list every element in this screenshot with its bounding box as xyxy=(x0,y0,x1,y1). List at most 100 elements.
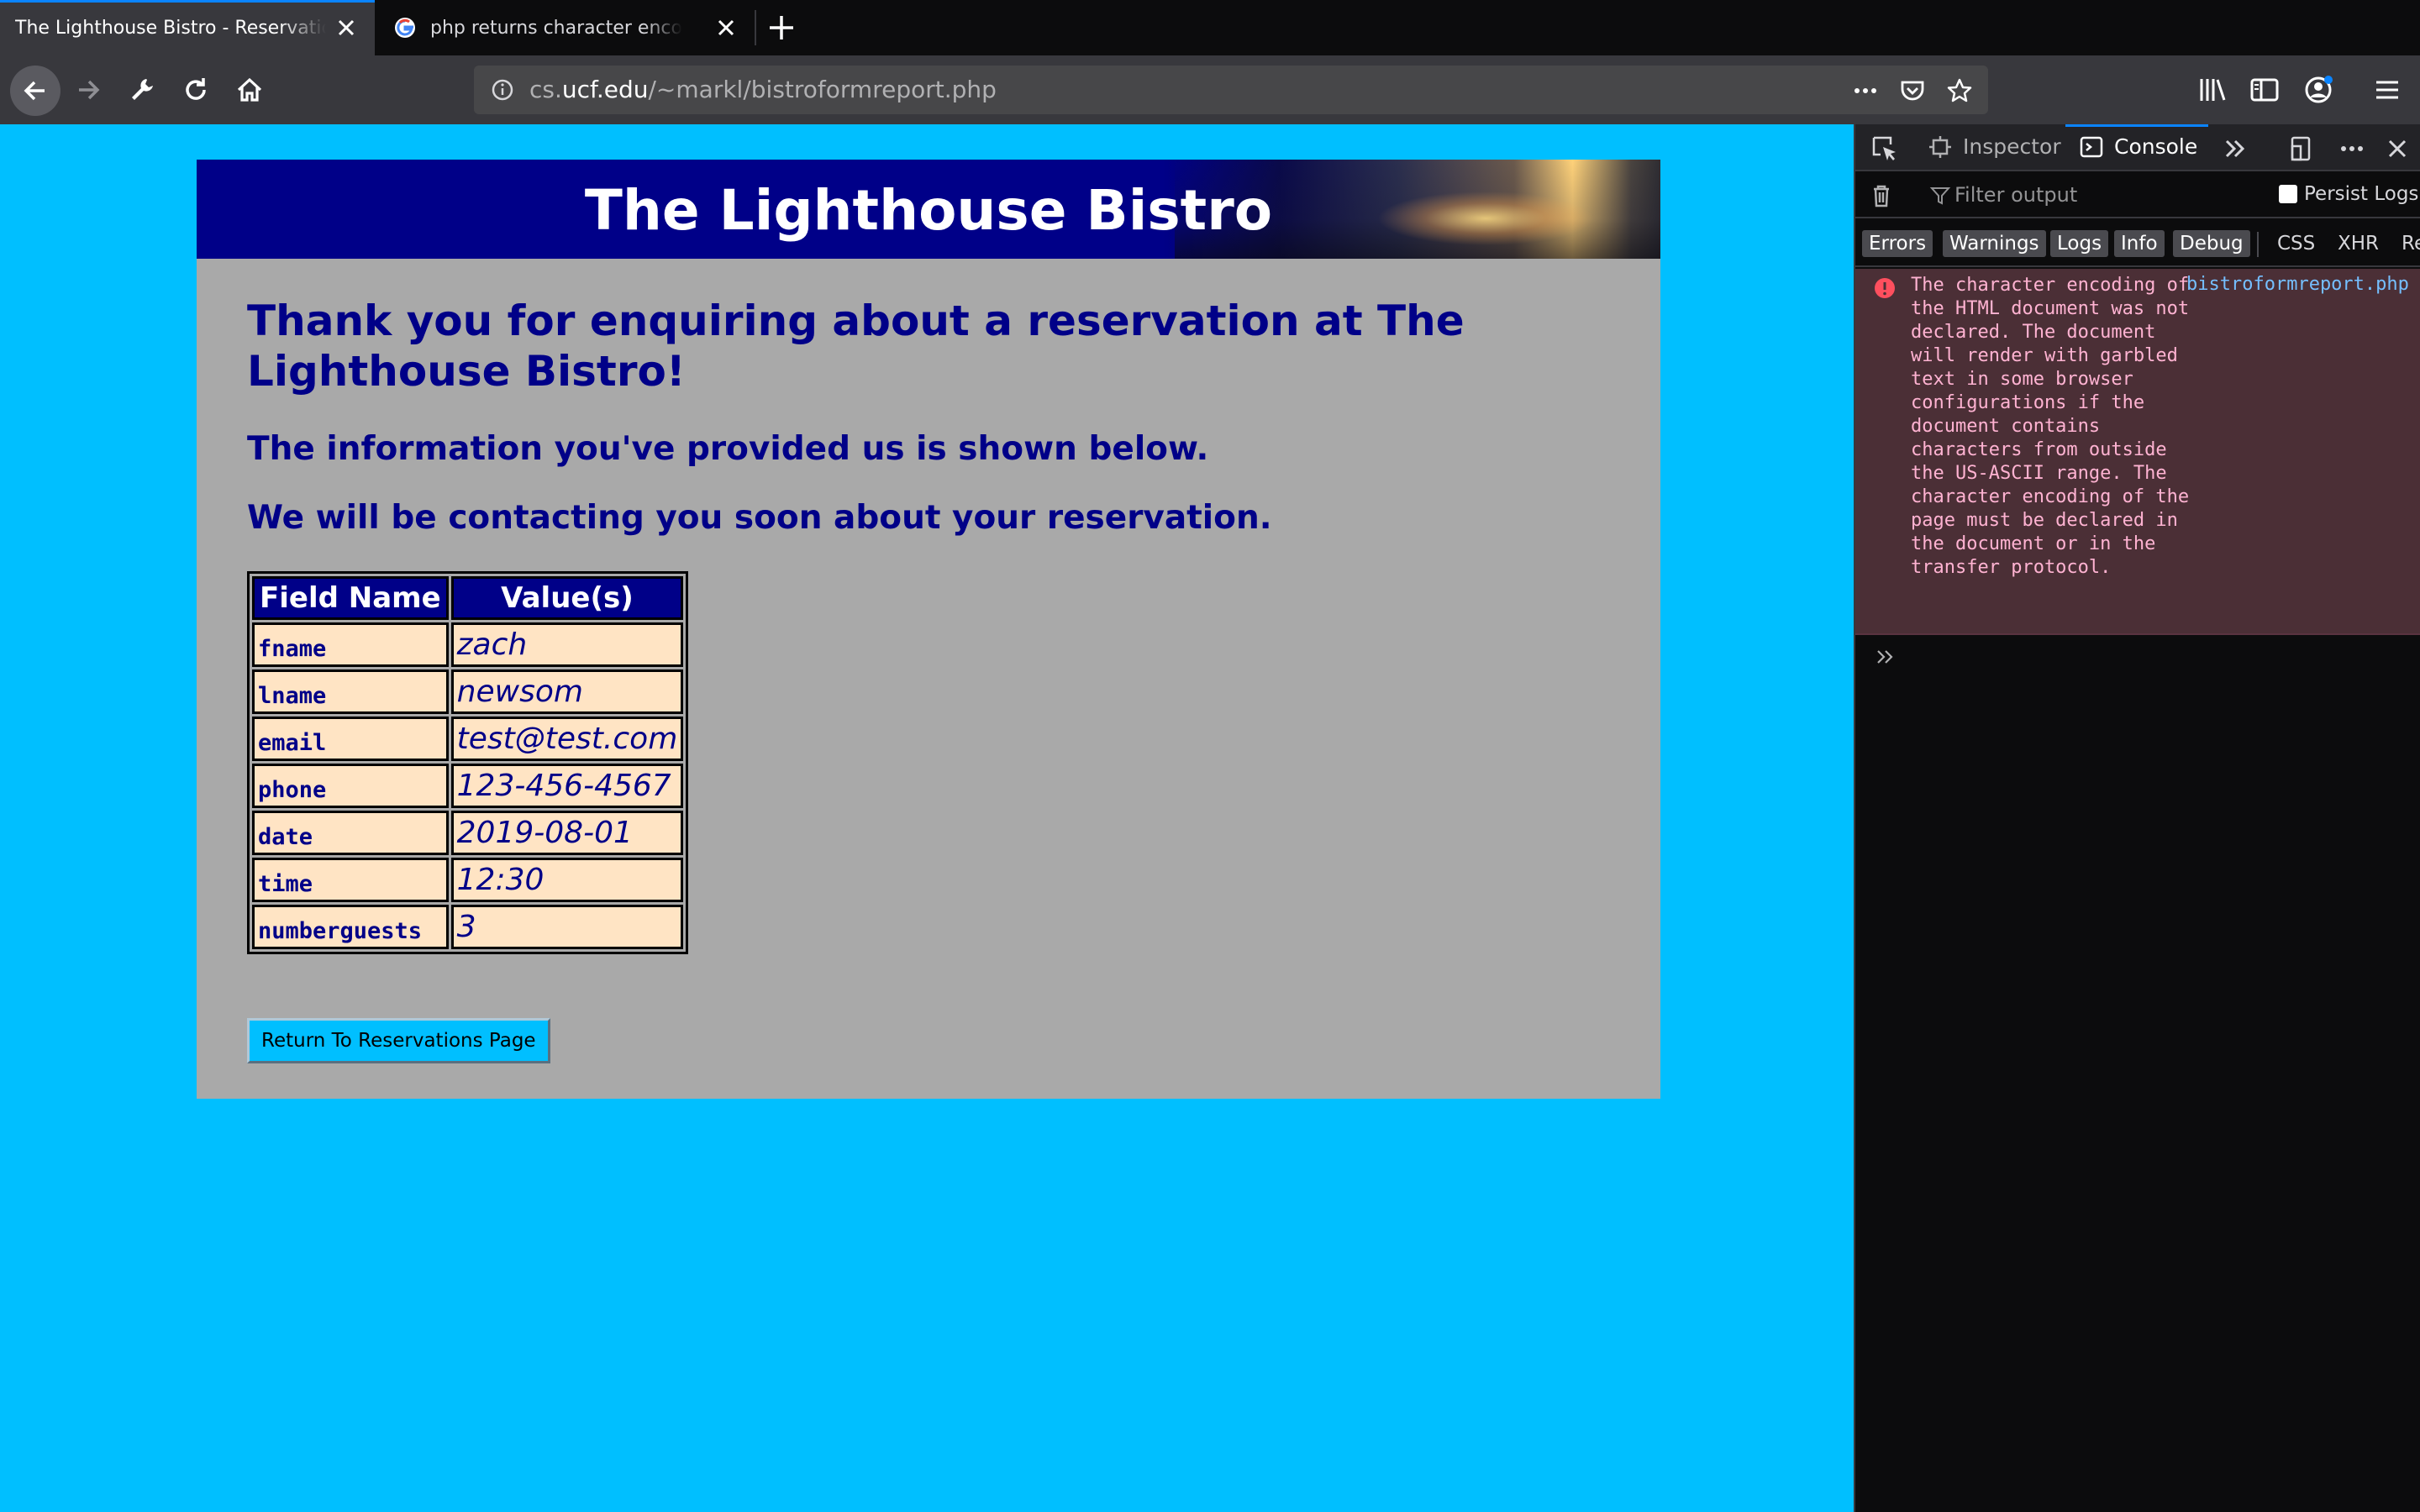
form-report-table: Field Name Value(s) fname zach lname new… xyxy=(247,571,689,954)
filter-errors[interactable]: Errors xyxy=(1862,230,1933,257)
banner-title: The Lighthouse Bistro xyxy=(584,178,1273,243)
contact-heading: We will be contacting you soon about you… xyxy=(247,499,1272,537)
forward-arrow-icon xyxy=(79,80,100,100)
element-picker-icon[interactable] xyxy=(1870,134,1899,163)
back-button[interactable] xyxy=(10,66,60,116)
close-devtools-icon[interactable] xyxy=(2383,134,2412,163)
filter-output-input[interactable]: Filter output xyxy=(1954,183,2077,207)
account-icon[interactable] xyxy=(2302,74,2334,106)
url-host: ucf.edu xyxy=(561,76,649,103)
filter-requests[interactable]: Re xyxy=(2395,230,2420,257)
tab-console[interactable]: Console xyxy=(2114,134,2197,159)
field-value-cell: 2019-08-01 xyxy=(450,811,684,855)
table-row: phone 123-456-4567 xyxy=(252,764,684,808)
field-value-cell: 12:30 xyxy=(450,858,684,902)
tab-title: The Lighthouse Bistro - Reservation xyxy=(15,17,326,39)
error-icon xyxy=(1875,278,1895,298)
field-value-cell: 123-456-4567 xyxy=(450,764,684,808)
trash-icon[interactable] xyxy=(1867,181,1896,210)
console-filter-bar: Filter output Persist Logs xyxy=(1855,173,2420,218)
page-actions-icon[interactable] xyxy=(1852,77,1879,104)
filter-info[interactable]: Info xyxy=(2114,230,2165,257)
google-icon xyxy=(395,18,415,38)
column-header-values: Value(s) xyxy=(450,576,684,620)
column-header-field-name: Field Name xyxy=(252,576,449,620)
field-value-cell: 3 xyxy=(450,905,684,949)
back-arrow-icon xyxy=(24,81,45,101)
menu-hamburger-icon[interactable] xyxy=(2371,74,2403,106)
persist-logs-label: Persist Logs xyxy=(2304,183,2419,205)
close-tab-icon[interactable] xyxy=(714,16,738,39)
filter-warnings[interactable]: Warnings xyxy=(1943,230,2046,257)
return-to-reservations-button[interactable]: Return To Reservations Page xyxy=(247,1018,550,1063)
field-name-cell: lname xyxy=(252,669,449,714)
close-tab-icon[interactable] xyxy=(334,16,358,39)
pocket-icon[interactable] xyxy=(1899,77,1926,104)
tab-title: php returns character encoding xyxy=(430,17,682,39)
error-text: The character encoding of the HTML docum… xyxy=(1911,275,2190,578)
tab-strip: The Lighthouse Bistro - Reservation php … xyxy=(0,0,2420,55)
url-text[interactable]: cs.ucf.edu/~markl/bistroformreport.php xyxy=(529,76,997,103)
console-prompt-icon[interactable] xyxy=(1874,645,1897,669)
tab-lighthouse-bistro[interactable]: The Lighthouse Bistro - Reservation xyxy=(0,0,375,55)
field-name-cell: time xyxy=(252,858,449,902)
inspector-icon xyxy=(1929,136,1951,158)
devtools-toolbar: Inspector Console xyxy=(1855,124,2420,171)
new-tab-icon[interactable] xyxy=(766,13,797,43)
navigation-toolbar: cs.ucf.edu/~markl/bistroformreport.php xyxy=(0,55,2420,124)
page-viewport: The Lighthouse Bistro Thank you for enqu… xyxy=(0,124,1854,1512)
sidebar-icon[interactable] xyxy=(2249,74,2281,106)
home-button[interactable] xyxy=(229,69,271,111)
tab-separator xyxy=(755,10,756,45)
reload-button[interactable] xyxy=(175,69,217,111)
field-name-cell: fname xyxy=(252,622,449,667)
field-value-cell: zach xyxy=(450,622,684,667)
banner: The Lighthouse Bistro xyxy=(197,160,1660,259)
filter-funnel-icon xyxy=(1929,187,1951,205)
url-prefix: cs. xyxy=(529,76,562,103)
tab-php-encoding[interactable]: php returns character encoding xyxy=(376,0,755,55)
dock-side-icon[interactable] xyxy=(2287,134,2316,163)
filter-xhr[interactable]: XHR xyxy=(2331,230,2386,257)
persist-logs-checkbox[interactable]: Persist Logs xyxy=(2279,183,2418,205)
field-value-cell: test@test.com xyxy=(450,717,684,761)
table-header-row: Field Name Value(s) xyxy=(252,576,684,620)
developer-tools-button[interactable] xyxy=(121,69,163,111)
wrench-icon xyxy=(132,79,153,100)
site-info-icon[interactable] xyxy=(491,78,514,102)
checkbox-box[interactable] xyxy=(2279,185,2297,203)
url-path: /~markl/bistroformreport.php xyxy=(648,76,997,103)
content-container: The Lighthouse Bistro Thank you for enqu… xyxy=(197,160,1660,1099)
error-source-link[interactable]: bistroformreport.php xyxy=(2186,274,2409,295)
thank-you-heading: Thank you for enquiring about a reservat… xyxy=(247,297,1465,396)
filter-css[interactable]: CSS xyxy=(2270,230,2322,257)
field-name-cell: phone xyxy=(252,764,449,808)
active-tab-indicator xyxy=(2065,124,2208,127)
devtools-panel: Inspector Console Filter output Persist … xyxy=(1854,124,2420,1512)
table-row: time 12:30 xyxy=(252,858,684,902)
library-icon[interactable] xyxy=(2196,74,2228,106)
table-row: fname zach xyxy=(252,622,684,667)
field-name-cell: email xyxy=(252,717,449,761)
table-row: email test@test.com xyxy=(252,717,684,761)
field-value-cell: newsom xyxy=(450,669,684,714)
devtools-options-icon[interactable] xyxy=(2338,134,2366,163)
console-icon xyxy=(2080,136,2103,158)
url-bar[interactable]: cs.ucf.edu/~markl/bistroformreport.php xyxy=(474,66,1988,114)
reload-icon xyxy=(186,78,206,100)
table-row: numberguests 3 xyxy=(252,905,684,949)
bookmark-star-icon[interactable] xyxy=(1946,77,1973,104)
filter-debug[interactable]: Debug xyxy=(2173,230,2250,257)
console-category-filters: Errors Warnings Logs Info Debug CSS XHR … xyxy=(1855,220,2420,267)
field-name-cell: date xyxy=(252,811,449,855)
filter-logs[interactable]: Logs xyxy=(2050,230,2109,257)
info-heading: The information you've provided us is sh… xyxy=(247,430,1209,468)
table-row: lname newsom xyxy=(252,669,684,714)
console-error-message: The character encoding of the HTML docum… xyxy=(1855,269,2420,635)
forward-button[interactable] xyxy=(67,69,109,111)
filter-separator xyxy=(2257,232,2259,257)
table-row: date 2019-08-01 xyxy=(252,811,684,855)
tab-inspector[interactable]: Inspector xyxy=(1963,134,2061,159)
field-name-cell: numberguests xyxy=(252,905,449,949)
more-tools-chevron-icon[interactable] xyxy=(2222,134,2250,163)
